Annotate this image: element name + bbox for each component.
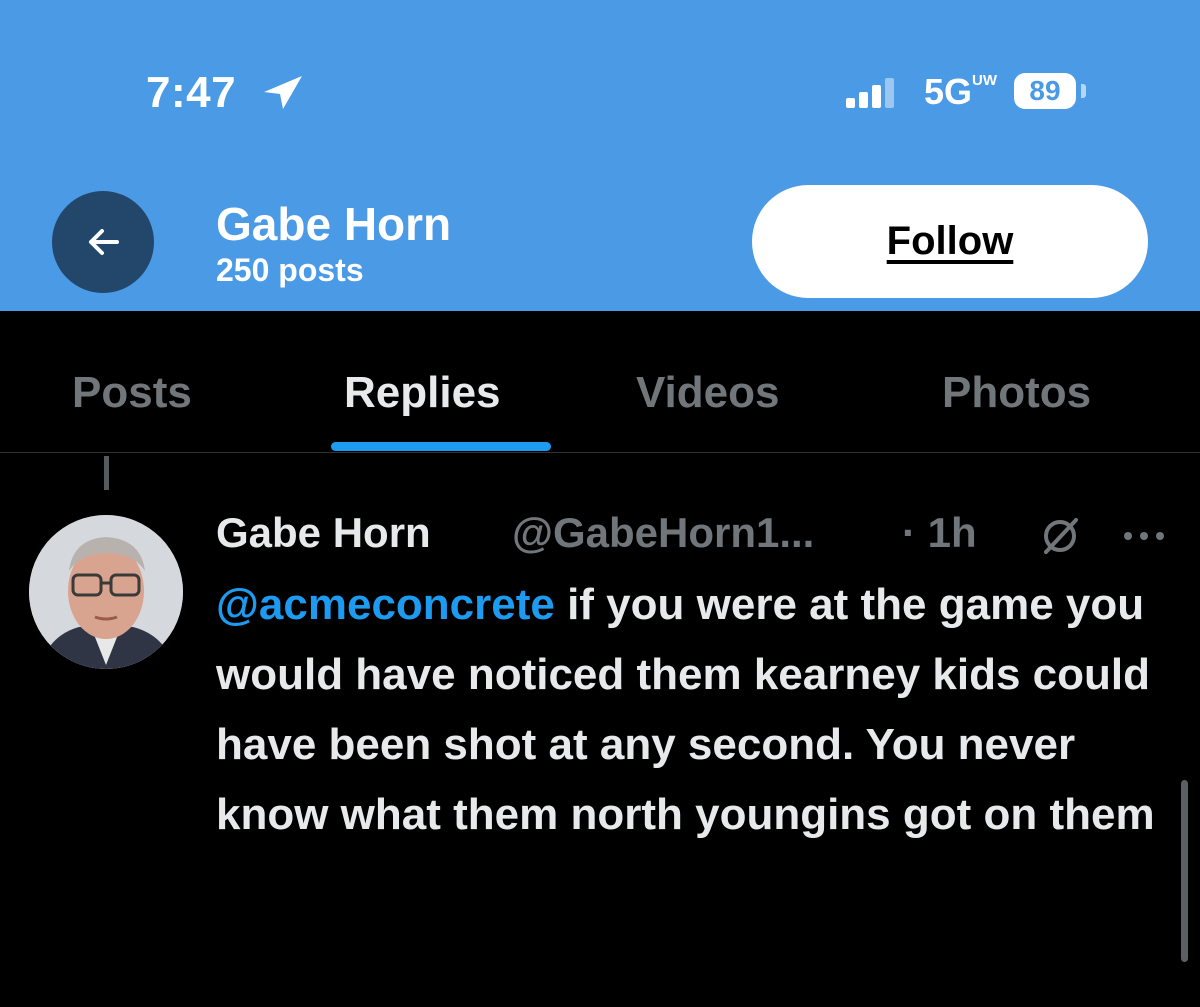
profile-tabs: Posts Replies Videos Photos <box>0 311 1200 453</box>
tweet-text: @acmeconcrete if you were at the game yo… <box>216 570 1176 850</box>
signal-bars-icon <box>846 78 894 108</box>
tab-videos[interactable]: Videos <box>636 366 779 420</box>
tabs-divider <box>0 452 1200 453</box>
battery-icon: 89 <box>1014 73 1076 109</box>
scrollbar[interactable] <box>1181 780 1188 962</box>
profile-name: Gabe Horn <box>216 198 452 250</box>
thread-connector-line <box>104 456 109 490</box>
active-tab-indicator <box>331 442 551 451</box>
post-count: 250 posts <box>216 252 364 288</box>
tab-replies[interactable]: Replies <box>344 366 501 420</box>
tweet-handle[interactable]: @GabeHorn1... <box>512 506 814 560</box>
profile-header: 7:47 5GUW 89 Gabe Horn 250 posts Follow <box>0 0 1200 311</box>
back-button[interactable] <box>52 191 154 293</box>
grok-icon[interactable] <box>1038 514 1082 558</box>
avatar[interactable] <box>29 515 183 669</box>
tweet-timestamp[interactable]: · 1h <box>902 506 977 560</box>
tweet-author-name[interactable]: Gabe Horn <box>216 506 431 560</box>
status-time: 7:47 <box>146 68 237 117</box>
location-arrow-icon <box>264 76 302 109</box>
follow-button[interactable]: Follow <box>752 185 1148 298</box>
status-bar: 7:47 5GUW 89 <box>0 0 1200 140</box>
tab-posts[interactable]: Posts <box>72 366 192 420</box>
tab-photos[interactable]: Photos <box>942 366 1091 420</box>
battery-nub <box>1081 84 1086 98</box>
tweet-mention[interactable]: @acmeconcrete <box>216 580 555 629</box>
back-arrow-icon <box>89 229 119 255</box>
network-indicator: 5GUW <box>924 71 998 112</box>
more-icon[interactable] <box>1120 526 1168 546</box>
avatar-image <box>29 515 183 669</box>
